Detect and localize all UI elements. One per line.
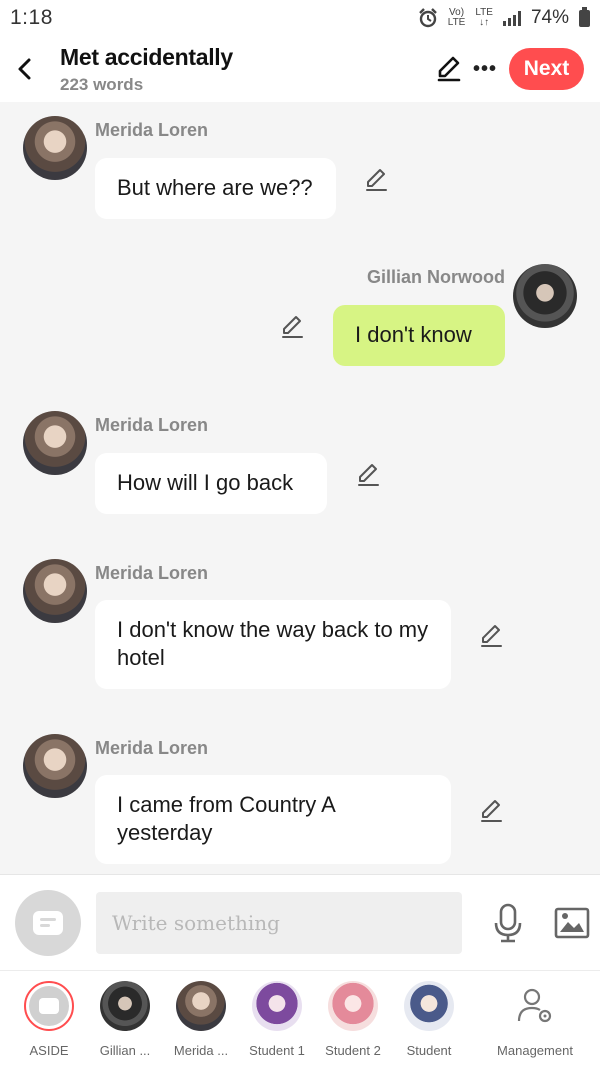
message-bubble[interactable]: How will I go back (95, 453, 327, 514)
character-student-2[interactable]: Student 2 (315, 981, 391, 1058)
battery-icon (579, 6, 590, 27)
message-bubble[interactable]: I don't know the way back to my hotel (95, 600, 451, 689)
microphone-icon (494, 903, 522, 942)
avatar-student-2 (328, 981, 378, 1031)
pencil-icon[interactable] (479, 798, 505, 824)
character-aside[interactable]: ASIDE (11, 981, 87, 1058)
management-button[interactable]: Management (490, 981, 580, 1058)
avatar-merida[interactable] (23, 116, 87, 180)
pencil-icon (437, 56, 461, 82)
header: Met accidentally 223 words ••• Next (0, 36, 600, 102)
character-student-1[interactable]: Student 1 (239, 981, 315, 1058)
avatar-merida (176, 981, 226, 1031)
sender-name: Merida Loren (95, 738, 209, 758)
image-icon (554, 907, 590, 938)
edit-title-button[interactable] (431, 51, 467, 87)
character-label: Student 1 (249, 1043, 305, 1058)
sender-name: Merida Loren (95, 120, 209, 140)
avatar-student (404, 981, 454, 1031)
signal-icon (502, 10, 521, 26)
pencil-icon[interactable] (479, 623, 505, 649)
avatar-student-1 (252, 981, 302, 1031)
status-time: 1:18 (10, 6, 53, 29)
character-student[interactable]: Student (391, 981, 467, 1058)
pencil-icon[interactable] (364, 167, 390, 193)
chat-area[interactable]: Merida Loren But where are we?? Gillian … (0, 102, 600, 874)
voice-button[interactable] (488, 899, 528, 947)
title-block: Met accidentally 223 words (60, 44, 233, 95)
sender-name: Gillian Norwood (367, 267, 505, 287)
avatar-merida[interactable] (23, 411, 87, 475)
message-bubble[interactable]: I came from Country A yesterday (95, 775, 451, 864)
more-dots-icon: ••• (472, 57, 497, 80)
status-icons: Vo) LTE LTE ↓↑ 74% (418, 6, 590, 29)
avatar-merida[interactable] (23, 559, 87, 623)
sender-name: Merida Loren (95, 415, 209, 435)
lte-indicator: LTE ↓↑ (475, 7, 493, 28)
character-label: Student (406, 1043, 452, 1058)
sender-name: Merida Loren (95, 563, 209, 583)
message-input[interactable] (96, 891, 462, 954)
battery-percent: 74% (530, 7, 569, 28)
avatar-gillian (100, 981, 150, 1031)
image-button[interactable] (552, 903, 592, 943)
character-label: ASIDE (29, 1043, 69, 1058)
back-button[interactable] (2, 44, 48, 94)
status-bar: 1:18 Vo) LTE LTE ↓↑ 74% (0, 0, 600, 36)
volte-indicator: Vo) LTE (447, 7, 466, 28)
aside-icon (33, 910, 63, 935)
more-options-button[interactable]: ••• (467, 51, 503, 87)
character-merida[interactable]: Merida ... (163, 981, 239, 1058)
character-label: Student 2 (325, 1043, 381, 1058)
user-settings-icon (510, 981, 560, 1031)
message-bubble[interactable]: But where are we?? (95, 158, 336, 219)
chevron-left-icon (18, 58, 31, 80)
character-label: Management (497, 1043, 573, 1058)
message-bubble-mine[interactable]: I don't know (333, 305, 505, 366)
input-bar (0, 874, 600, 970)
avatar-gillian[interactable] (513, 264, 577, 328)
character-label: Merida ... (173, 1043, 229, 1058)
character-gillian[interactable]: Gillian ... (87, 981, 163, 1058)
pencil-icon[interactable] (280, 314, 306, 340)
story-title: Met accidentally (60, 43, 233, 70)
aside-character-icon (24, 981, 74, 1031)
avatar-merida[interactable] (23, 734, 87, 798)
pencil-icon[interactable] (356, 462, 382, 488)
next-button[interactable]: Next (509, 48, 584, 90)
character-bar: ASIDE Gillian ... Merida ... Student 1 S… (0, 970, 600, 1067)
character-label: Gillian ... (99, 1043, 151, 1058)
alarm-icon (418, 8, 437, 28)
aside-toggle-button[interactable] (15, 889, 81, 956)
header-actions: ••• Next (431, 48, 600, 90)
word-count: 223 words (60, 74, 144, 94)
